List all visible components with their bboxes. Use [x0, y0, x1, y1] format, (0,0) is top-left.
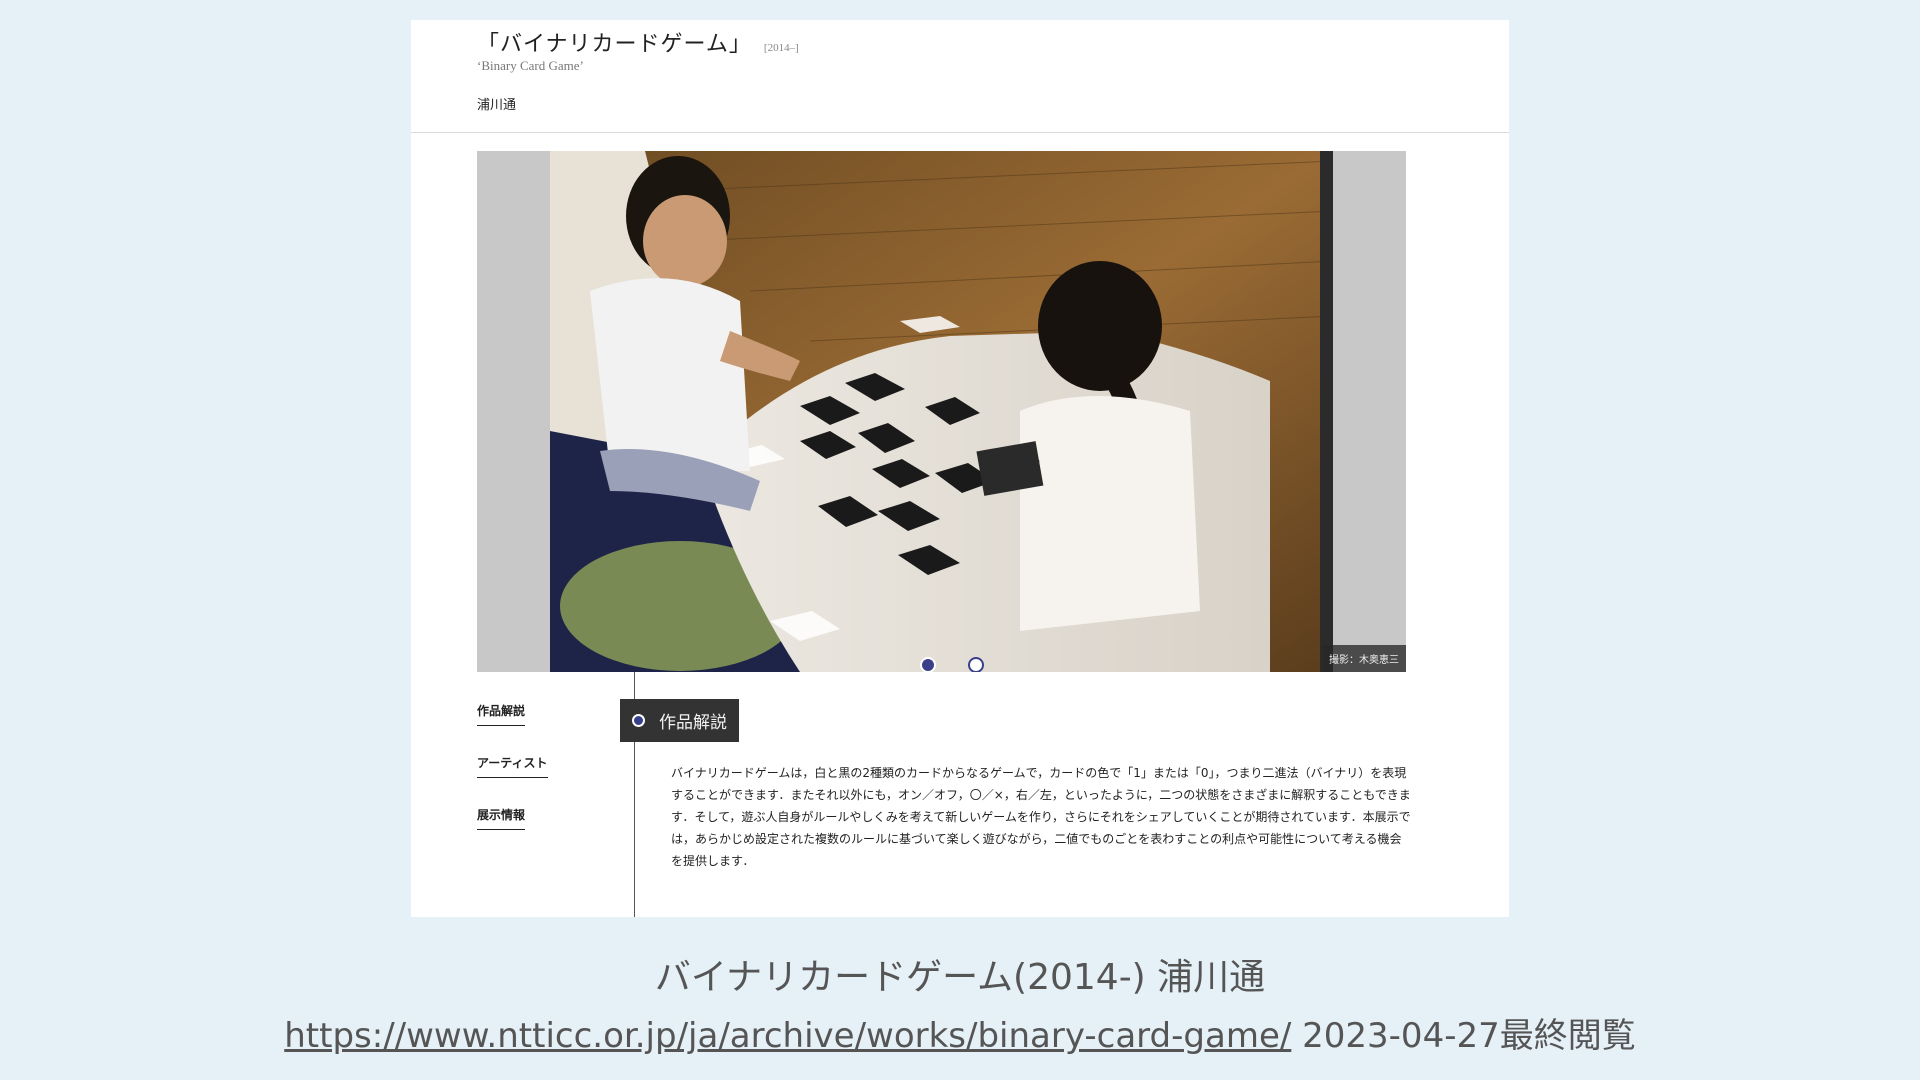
work-year: [2014–]	[763, 42, 799, 54]
slide-caption: バイナリカードゲーム(2014-) 浦川通	[654, 957, 1266, 998]
work-photo	[550, 151, 1333, 672]
section-bullet-icon	[632, 714, 645, 727]
title-row: 「バイナリカードゲーム」 [2014–]	[477, 26, 799, 58]
slide-dot-1[interactable]	[920, 657, 936, 672]
nav-item-exhibition[interactable]: 展示情報	[477, 806, 526, 830]
work-header: 「バイナリカードゲーム」 [2014–] ‘Binary Card Game’ …	[411, 20, 1509, 133]
side-nav: 作品解説 アーティスト 展示情報	[477, 700, 548, 856]
hero-slideshow[interactable]: 撮影：木奥恵三	[477, 151, 1406, 672]
section-heading-label: 作品解説	[659, 713, 727, 733]
artist-name[interactable]: 浦川通	[477, 94, 516, 113]
photo-credit: 撮影：木奥恵三	[1322, 645, 1406, 672]
description-text: バイナリカードゲームは，白と黒の2種類のカードからなるゲームで，カードの色で「1…	[671, 766, 1411, 868]
work-title-en: ‘Binary Card Game’	[477, 58, 584, 73]
source-line: https://www.ntticc.or.jp/ja/archive/work…	[0, 1008, 1920, 1057]
nav-item-artist[interactable]: アーティスト	[477, 754, 548, 778]
accessed-date: 2023-04-27最終閲覧	[1302, 1016, 1636, 1056]
nav-item-description[interactable]: 作品解説	[477, 702, 526, 726]
work-title-ja: 「バイナリカードゲーム」	[477, 32, 752, 57]
archive-page-card: 「バイナリカードゲーム」 [2014–] ‘Binary Card Game’ …	[411, 20, 1509, 917]
source-link[interactable]: https://www.ntticc.or.jp/ja/archive/work…	[284, 1016, 1291, 1056]
slide-dot-2[interactable]	[968, 657, 984, 672]
section-heading: 作品解説	[620, 699, 739, 742]
